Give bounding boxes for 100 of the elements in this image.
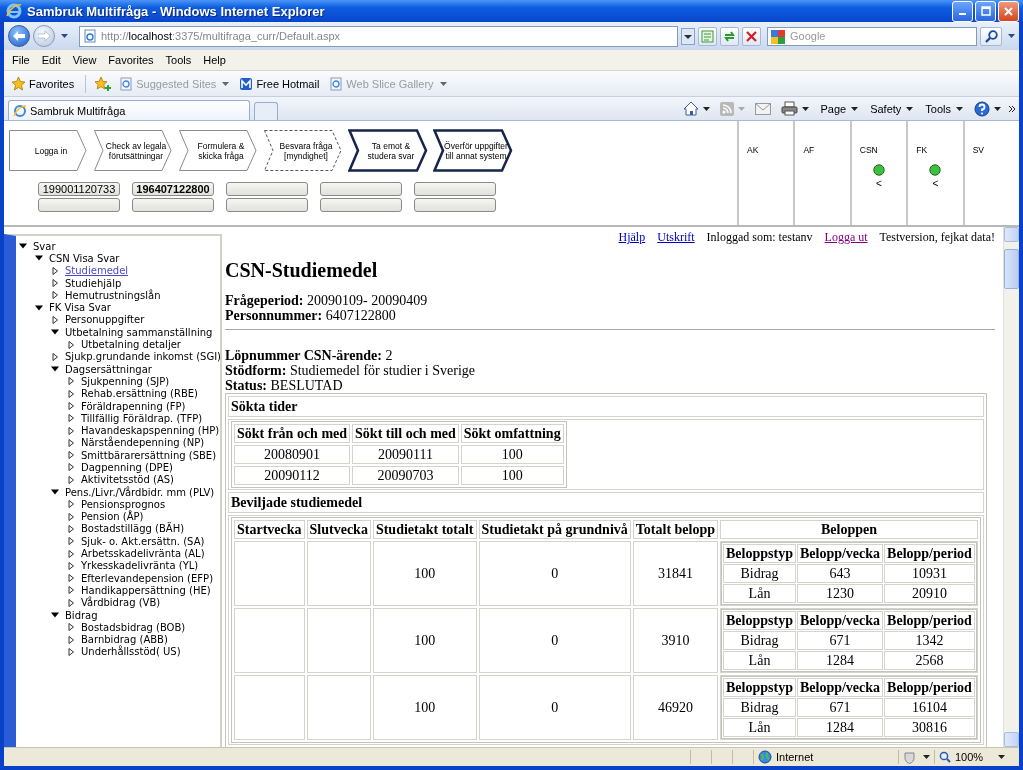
agency-marker[interactable]: < (932, 178, 939, 189)
triangle-down-icon[interactable] (50, 328, 60, 337)
triangle-right-icon[interactable] (66, 475, 76, 484)
tree-item[interactable]: Hemutrustningslån (65, 289, 161, 301)
tree-item[interactable]: Sjuk- o. Akt.ersättn. (SA) (81, 535, 205, 547)
tree-item[interactable]: Handikappersättning (HE) (81, 584, 211, 596)
triangle-right-icon[interactable] (66, 377, 76, 386)
input-field[interactable] (38, 198, 120, 212)
tree-item[interactable]: Sjukpenning (SJP) (81, 375, 170, 387)
favorites-bar-item[interactable]: Free Hotmail (236, 74, 323, 93)
tree-item[interactable]: Svar (33, 240, 56, 252)
link[interactable]: Utskrift (657, 230, 695, 245)
triangle-right-icon[interactable] (66, 549, 76, 558)
tree-item[interactable]: Rehab.ersättning (RBE) (81, 388, 198, 400)
command-menu[interactable]: Tools (921, 102, 967, 115)
tree-item[interactable]: Smittbärarersättning (SBE) (81, 449, 217, 461)
input-field[interactable] (414, 198, 496, 212)
triangle-right-icon[interactable] (66, 524, 76, 533)
add-favorite-icon[interactable] (94, 75, 113, 92)
triangle-right-icon[interactable] (66, 537, 76, 546)
print-icon[interactable] (781, 101, 799, 116)
triangle-right-icon[interactable] (66, 574, 76, 583)
chevron-icon[interactable] (1008, 104, 1016, 113)
refresh-button[interactable] (720, 26, 739, 46)
tree-item[interactable]: FK Visa Svar (49, 302, 111, 314)
input-field[interactable] (320, 198, 402, 212)
tree-item[interactable]: Bostadsbidrag (BOB) (81, 621, 186, 633)
triangle-right-icon[interactable] (50, 352, 60, 361)
tree-item[interactable]: Bidrag (65, 609, 98, 621)
tree-item[interactable]: Underhållsstöd( US) (81, 646, 181, 658)
forward-button[interactable] (33, 25, 55, 47)
triangle-right-icon[interactable] (66, 463, 76, 472)
process-step[interactable]: Formulera & skicka fråga (178, 129, 258, 172)
triangle-down-icon[interactable] (18, 242, 28, 251)
back-button[interactable] (8, 25, 30, 47)
input-field[interactable] (320, 182, 402, 196)
tree-item[interactable]: Efterlevandepension (EFP) (81, 572, 214, 584)
triangle-right-icon[interactable] (66, 586, 76, 595)
browser-tab[interactable]: Sambruk Multifråga (8, 100, 250, 120)
triangle-down-icon[interactable] (50, 611, 60, 620)
triangle-right-icon[interactable] (66, 438, 76, 447)
triangle-right-icon[interactable] (66, 340, 76, 349)
triangle-right-icon[interactable] (50, 315, 60, 324)
address-field[interactable]: http://localhost:3375/multifraga_curr/Default.aspx (79, 25, 678, 47)
tree-item[interactable]: Barnbidrag (ABB) (81, 634, 168, 646)
triangle-right-icon[interactable] (66, 635, 76, 644)
triangle-right-icon[interactable] (66, 623, 76, 632)
search-button[interactable] (980, 26, 1002, 46)
input-field[interactable] (226, 198, 308, 212)
tree-item[interactable]: Utbetalning detaljer (81, 339, 181, 350)
triangle-right-icon[interactable] (66, 598, 76, 607)
tree-item[interactable]: Pensionsprognos (81, 498, 166, 510)
tree-item[interactable]: Studiemedel (65, 265, 129, 277)
process-step[interactable]: Logga in (8, 129, 88, 172)
menu-item[interactable]: Edit (35, 54, 67, 66)
close-button[interactable] (998, 0, 1019, 22)
triangle-right-icon[interactable] (66, 451, 76, 460)
input-field[interactable] (414, 182, 496, 196)
triangle-right-icon[interactable] (66, 402, 76, 410)
tree-item[interactable]: Dagsersättningar (65, 363, 152, 375)
menu-item[interactable]: View (66, 54, 103, 66)
tree-item[interactable]: Studiehjälp (65, 277, 122, 289)
favorites-button[interactable]: Favorites (8, 74, 78, 93)
agency-marker[interactable]: < (876, 178, 882, 189)
tree-item[interactable]: CSN Visa Svar (49, 252, 120, 264)
process-step[interactable]: Ta emot & studera svar (348, 129, 428, 172)
tree-item[interactable]: Arbetsskadelivränta (AL) (81, 548, 205, 560)
tree-item[interactable]: Havandeskapspenning (HP) (81, 425, 220, 437)
triangle-right-icon[interactable] (66, 561, 76, 570)
tree-item[interactable]: Pension (ÅP) (81, 511, 144, 523)
tree-item[interactable]: Tillfällig Föräldrap. (TFP) (81, 412, 203, 424)
process-step[interactable]: Besvara fråga [myndighet] (263, 129, 343, 172)
process-step[interactable]: Check av legala förutsättningar (93, 129, 173, 172)
tree-item[interactable]: Föräldrapenning (FP) (81, 400, 186, 412)
tree-item[interactable]: Aktivitetsstöd (AS) (81, 474, 174, 486)
triangle-down-icon[interactable] (50, 365, 60, 374)
menu-item[interactable]: File (6, 54, 36, 66)
tree-item[interactable]: Utbetalning sammanställning (65, 326, 213, 338)
home-icon[interactable] (683, 101, 700, 116)
tree-item[interactable]: Bostadstillägg (BÄH) (81, 523, 185, 535)
tree-item[interactable]: Närståendepenning (NP) (81, 437, 205, 449)
search-field[interactable]: Google (767, 26, 977, 46)
menu-item[interactable]: Favorites (102, 54, 160, 66)
triangle-down-icon[interactable] (34, 303, 44, 312)
input-field[interactable] (132, 198, 214, 212)
triangle-right-icon[interactable] (66, 512, 76, 521)
tree-item[interactable]: Vårdbidrag (VB) (81, 597, 161, 609)
tree-item[interactable]: Personuppgifter (65, 314, 145, 326)
maximize-button[interactable] (975, 0, 996, 22)
input-field[interactable]: 199001120733 (38, 182, 120, 196)
triangle-right-icon[interactable] (66, 647, 76, 656)
triangle-down-icon[interactable] (50, 488, 60, 497)
tree-item[interactable]: Pens./Livr./Vårdbidr. mm (PLV) (65, 486, 215, 498)
tree-item[interactable]: Sjukp.grundande inkomst (SGI) (65, 351, 220, 363)
triangle-right-icon[interactable] (66, 389, 76, 398)
tree-item[interactable]: Yrkesskadelivränta (YL) (81, 560, 199, 572)
link[interactable]: Logga ut (824, 230, 868, 245)
command-menu[interactable]: Page (816, 102, 863, 115)
menu-item[interactable]: Tools (159, 54, 198, 66)
zoom-level[interactable]: 100% (935, 751, 995, 763)
